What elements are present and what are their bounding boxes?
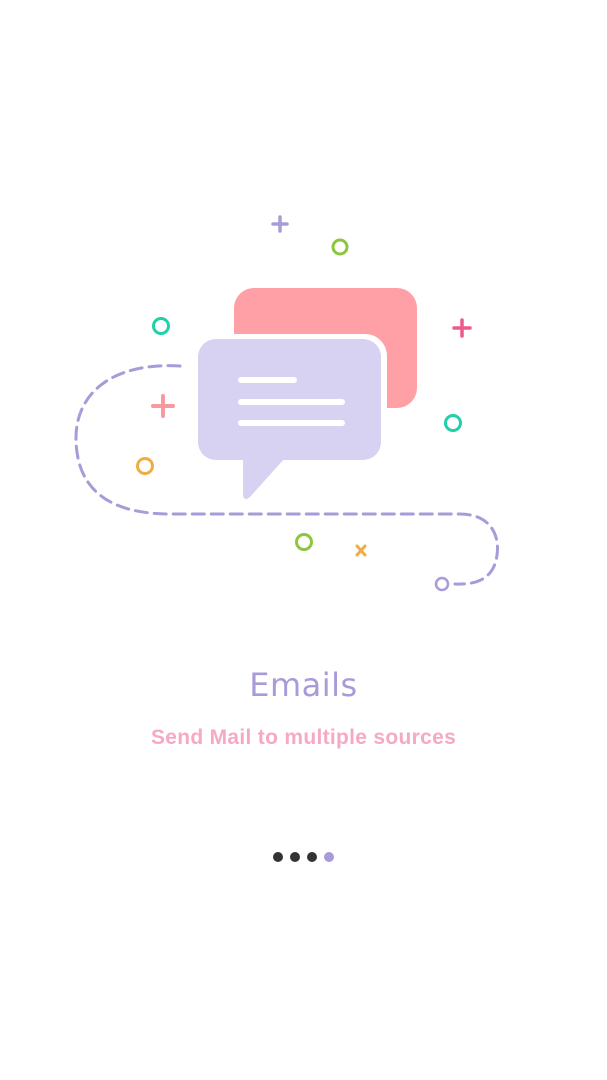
page-subtitle: Send Mail to multiple sources [150, 726, 457, 749]
emails-illustration [74, 215, 500, 592]
circle-icon [152, 317, 170, 335]
plus-icon [271, 215, 289, 233]
page-dot-active[interactable] [324, 852, 334, 862]
path-end-circle [434, 576, 450, 592]
front-chat-bubble-icon [193, 334, 387, 500]
page-dot[interactable] [273, 852, 283, 862]
circle-icon [136, 457, 154, 475]
page-title: Emails [249, 666, 358, 704]
page-dot[interactable] [307, 852, 317, 862]
circle-icon [295, 533, 313, 551]
cross-icon [355, 544, 367, 557]
circle-icon [331, 238, 349, 256]
plus-icon [452, 318, 472, 338]
plus-icon [151, 394, 175, 418]
page-indicator [0, 852, 607, 862]
circle-icon [444, 414, 462, 432]
page-dot[interactable] [290, 852, 300, 862]
